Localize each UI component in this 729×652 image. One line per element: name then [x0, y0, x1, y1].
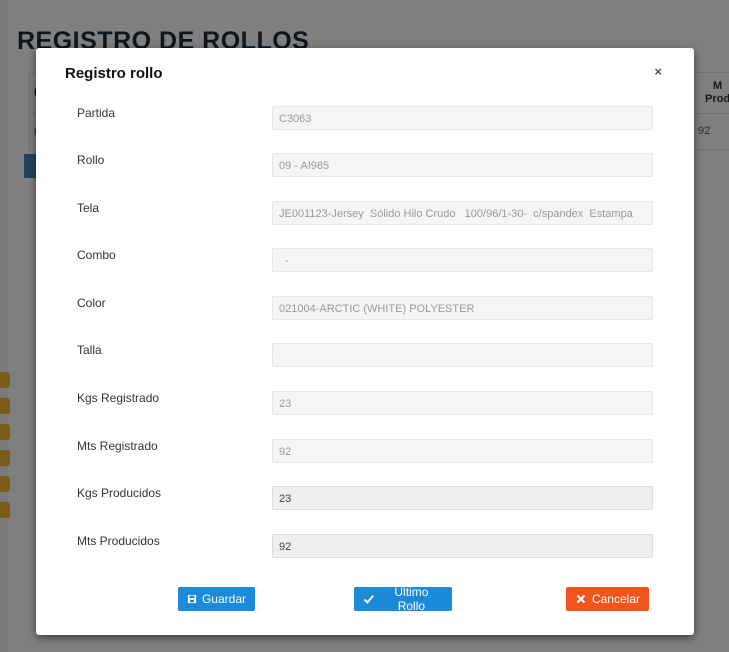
kgs-producidos-label: Kgs Producidos — [77, 486, 162, 500]
ultimo-rollo-button[interactable]: Último Rollo — [354, 585, 452, 613]
check-icon — [363, 594, 375, 604]
kgs-registrado-label: Kgs Registrado — [77, 391, 160, 405]
talla-label: Talla — [77, 343, 102, 357]
modal-title: Registro rollo — [65, 65, 163, 82]
cancelar-button[interactable]: Cancelar — [566, 587, 649, 611]
ultimo-rollo-label: Último Rollo — [394, 585, 429, 613]
combo-input[interactable]: - — [272, 248, 653, 272]
talla-input[interactable] — [272, 343, 653, 367]
field-row-rollo: Rollo 09 - AI985 — [36, 153, 694, 179]
registro-rollo-modal: Registro rollo × Partida C3063 Rollo 09 … — [36, 48, 694, 635]
combo-label: Combo — [77, 248, 116, 262]
rollo-label: Rollo — [77, 153, 105, 167]
color-label: Color — [77, 296, 106, 310]
mts-producidos-input[interactable]: 92 — [272, 534, 653, 558]
field-row-talla: Talla — [36, 343, 694, 369]
guardar-label: Guardar — [201, 592, 246, 606]
mts-registrado-input[interactable]: 92 — [272, 439, 653, 463]
field-row-tela: Tela JE001123-Jersey Sólido Hilo Crudo 1… — [36, 201, 694, 227]
mts-registrado-label: Mts Registrado — [77, 439, 158, 453]
color-input[interactable]: 021004-ARCTIC (WHITE) POLYESTER — [272, 296, 653, 320]
cancelar-label: Cancelar — [591, 592, 640, 606]
field-row-combo: Combo - — [36, 248, 694, 274]
field-row-mts-registrado: Mts Registrado 92 — [36, 439, 694, 465]
field-row-partida: Partida C3063 — [36, 106, 694, 132]
field-row-kgs-producidos: Kgs Producidos 23 — [36, 486, 694, 512]
kgs-registrado-input[interactable]: 23 — [272, 391, 653, 415]
close-icon[interactable]: × — [654, 64, 662, 80]
tela-label: Tela — [77, 201, 100, 215]
field-row-mts-producidos: Mts Producidos 92 — [36, 534, 694, 560]
field-row-kgs-registrado: Kgs Registrado 23 — [36, 391, 694, 417]
x-icon — [576, 594, 586, 604]
partida-input[interactable]: C3063 — [272, 106, 653, 130]
field-row-color: Color 021004-ARCTIC (WHITE) POLYESTER — [36, 296, 694, 322]
floppy-disk-icon — [187, 594, 197, 604]
kgs-producidos-input[interactable]: 23 — [272, 486, 653, 510]
mts-producidos-label: Mts Producidos — [77, 534, 160, 548]
guardar-button[interactable]: Guardar — [178, 587, 255, 611]
rollo-input[interactable]: 09 - AI985 — [272, 153, 653, 177]
partida-label: Partida — [77, 106, 116, 120]
tela-input[interactable]: JE001123-Jersey Sólido Hilo Crudo 100/96… — [272, 201, 653, 225]
